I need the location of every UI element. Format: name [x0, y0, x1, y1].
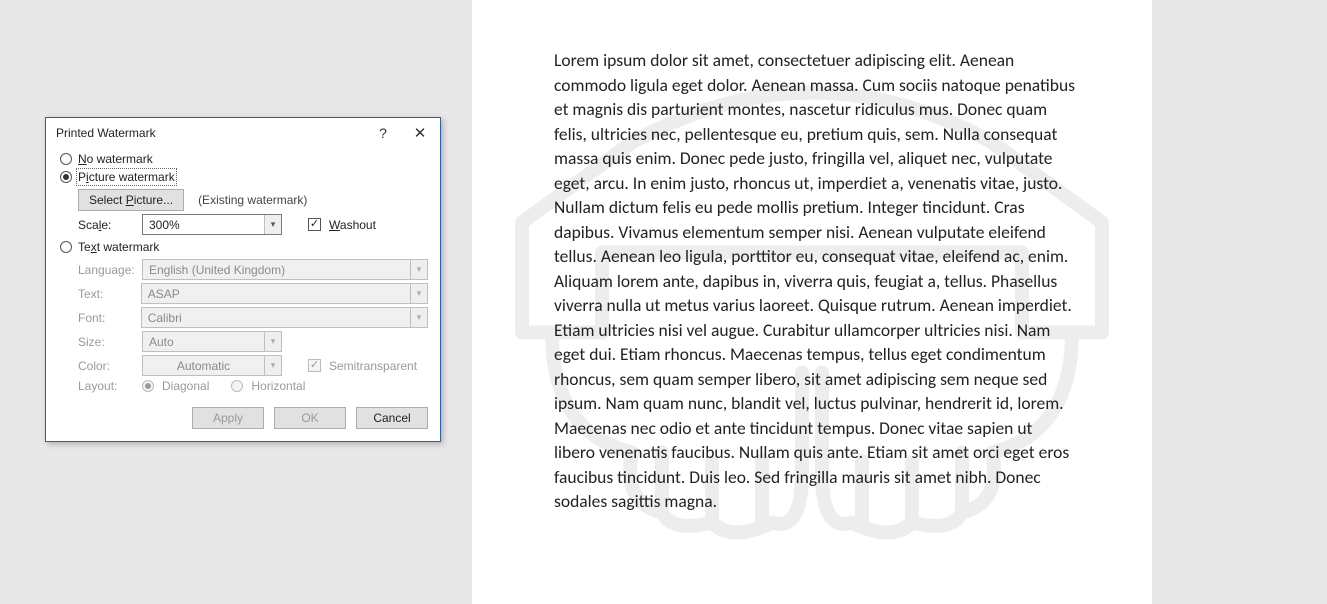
layout-label: Layout: [78, 379, 134, 393]
chevron-down-icon: ▾ [264, 356, 281, 375]
picture-watermark-label: Picture watermark [78, 170, 175, 184]
text-watermark-option[interactable]: Text watermark [58, 238, 428, 256]
scale-value: 300% [143, 218, 264, 232]
select-picture-button[interactable]: Select Picture... [78, 189, 184, 211]
radio-icon [60, 171, 72, 183]
font-value: Calibri [142, 311, 410, 325]
cancel-button[interactable]: Cancel [356, 407, 428, 429]
document-body-text: Lorem ipsum dolor sit amet, consectetuer… [554, 48, 1076, 514]
chevron-down-icon: ▾ [410, 284, 427, 303]
layout-diagonal-label: Diagonal [162, 379, 209, 393]
layout-horizontal-label: Horizontal [251, 379, 305, 393]
color-value: Automatic [143, 359, 264, 373]
washout-label: Washout [329, 218, 376, 232]
color-label: Color: [78, 359, 134, 373]
dialog-titlebar[interactable]: Printed Watermark ? ✕ [46, 118, 440, 148]
text-label: Text: [78, 287, 133, 301]
document-page: Lorem ipsum dolor sit amet, consectetuer… [472, 0, 1152, 604]
scale-combobox[interactable]: 300% ▾ [142, 214, 282, 235]
text-watermark-label: Text watermark [78, 240, 159, 254]
language-label: Language: [78, 263, 134, 277]
close-icon: ✕ [414, 124, 427, 142]
color-combobox: Automatic ▾ [142, 355, 282, 376]
picture-watermark-option[interactable]: Picture watermark [58, 168, 428, 186]
semitransparent-label: Semitransparent [329, 359, 417, 373]
text-value: ASAP [142, 287, 410, 301]
no-watermark-label: No watermark [78, 152, 153, 166]
radio-icon [60, 153, 72, 165]
scale-label: Scale: [78, 218, 134, 232]
chevron-down-icon: ▾ [410, 260, 427, 279]
printed-watermark-dialog: Printed Watermark ? ✕ No watermark Pictu… [45, 117, 441, 442]
help-button[interactable]: ? [366, 118, 400, 148]
existing-watermark-label: (Existing watermark) [198, 193, 307, 207]
washout-checkbox[interactable] [308, 218, 321, 231]
dialog-title: Printed Watermark [56, 126, 156, 140]
apply-button[interactable]: Apply [192, 407, 264, 429]
layout-diagonal-radio [142, 380, 154, 392]
font-label: Font: [78, 311, 133, 325]
semitransparent-checkbox [308, 359, 321, 372]
no-watermark-option[interactable]: No watermark [58, 150, 428, 168]
layout-horizontal-radio [231, 380, 243, 392]
language-combobox: English (United Kingdom) ▾ [142, 259, 428, 280]
chevron-down-icon: ▾ [264, 332, 281, 351]
size-combobox: Auto ▾ [142, 331, 282, 352]
text-combobox: ASAP ▾ [141, 283, 428, 304]
radio-icon [60, 241, 72, 253]
ok-button[interactable]: OK [274, 407, 346, 429]
help-icon: ? [379, 125, 387, 141]
chevron-down-icon: ▾ [410, 308, 427, 327]
font-combobox: Calibri ▾ [141, 307, 428, 328]
size-value: Auto [143, 335, 264, 349]
language-value: English (United Kingdom) [143, 263, 410, 277]
close-button[interactable]: ✕ [400, 118, 440, 148]
size-label: Size: [78, 335, 134, 349]
chevron-down-icon: ▾ [264, 215, 281, 234]
